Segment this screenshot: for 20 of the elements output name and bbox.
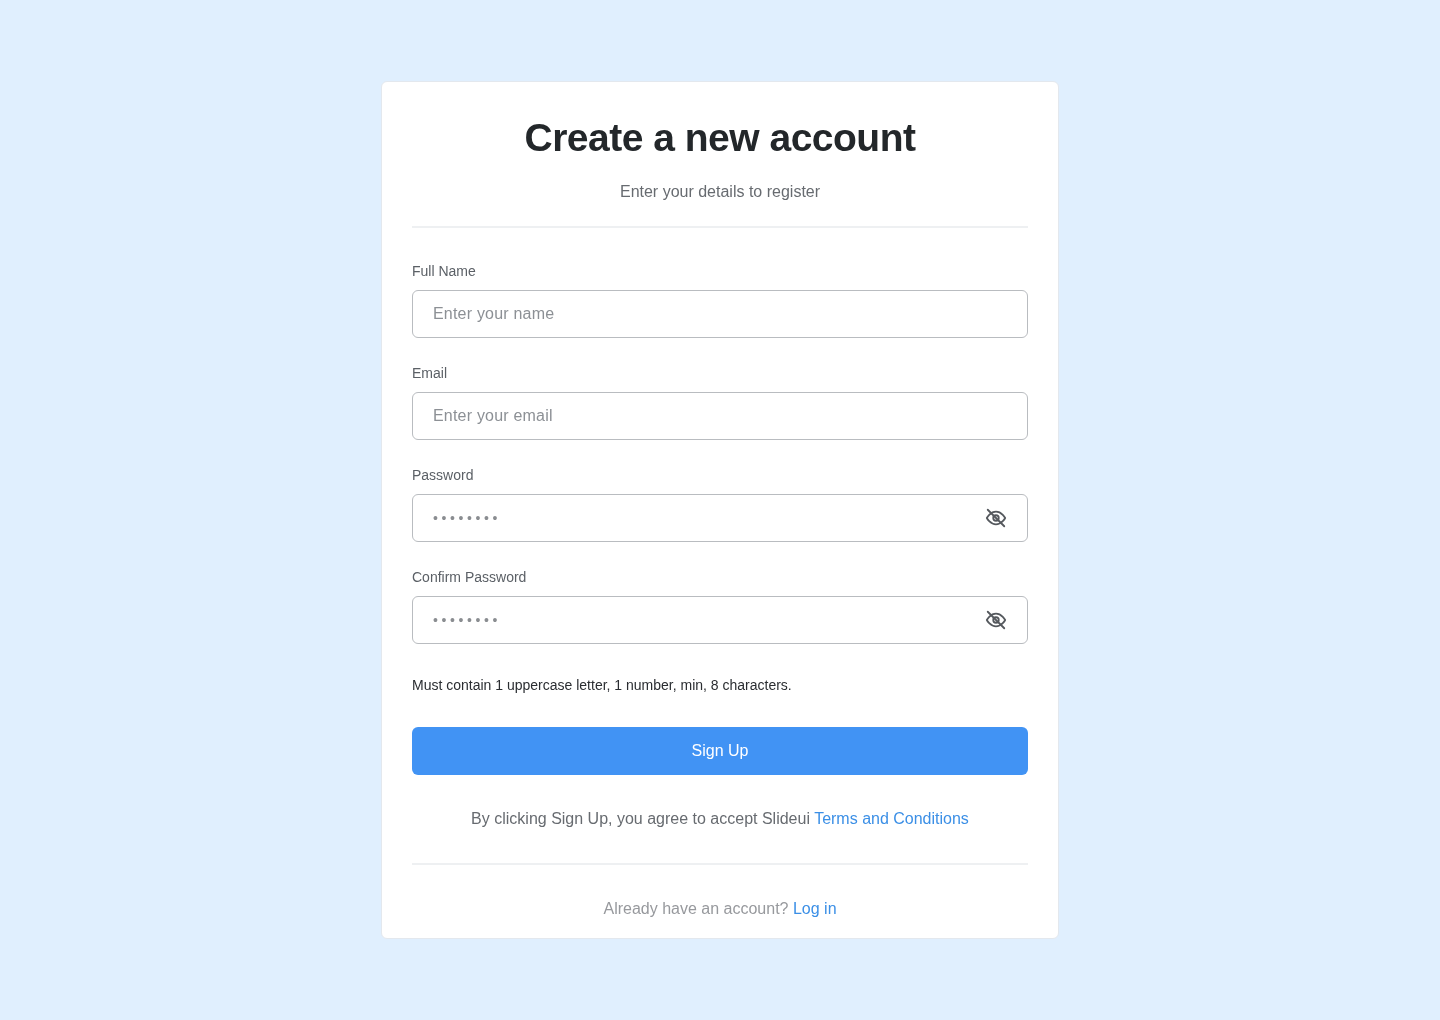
field-label: Full Name bbox=[412, 262, 476, 280]
toggle-visibility-button[interactable] bbox=[984, 608, 1008, 632]
input-field[interactable]: Enter your name bbox=[412, 290, 1028, 338]
page-title: Create a new account bbox=[524, 115, 916, 161]
terms-link[interactable]: Terms and Conditions bbox=[814, 810, 969, 827]
password-field[interactable]: •••••••• bbox=[412, 494, 1028, 542]
password-field[interactable]: •••••••• bbox=[412, 596, 1028, 644]
field-label: Email bbox=[412, 364, 447, 382]
login-prompt: Already have an account? Log in bbox=[603, 899, 837, 919]
eye-slash-icon bbox=[985, 507, 1007, 529]
field-label: Confirm Password bbox=[412, 568, 527, 586]
terms-notice: By clicking Sign Up, you agree to accept Slideui Terms and Conditions bbox=[471, 809, 969, 829]
login-link[interactable]: Log in bbox=[792, 900, 837, 917]
sign-up-button[interactable]: Sign Up bbox=[412, 727, 1028, 775]
page-subtitle: Enter your details to register bbox=[619, 182, 821, 202]
field-label: Password bbox=[412, 466, 474, 484]
input-field[interactable]: Enter your email bbox=[412, 392, 1028, 440]
eye-slash-icon bbox=[985, 609, 1007, 631]
toggle-visibility-button[interactable] bbox=[984, 506, 1008, 530]
password-hint: Must contain 1 uppercase letter, 1 number, min, 8 characters. bbox=[412, 676, 792, 694]
